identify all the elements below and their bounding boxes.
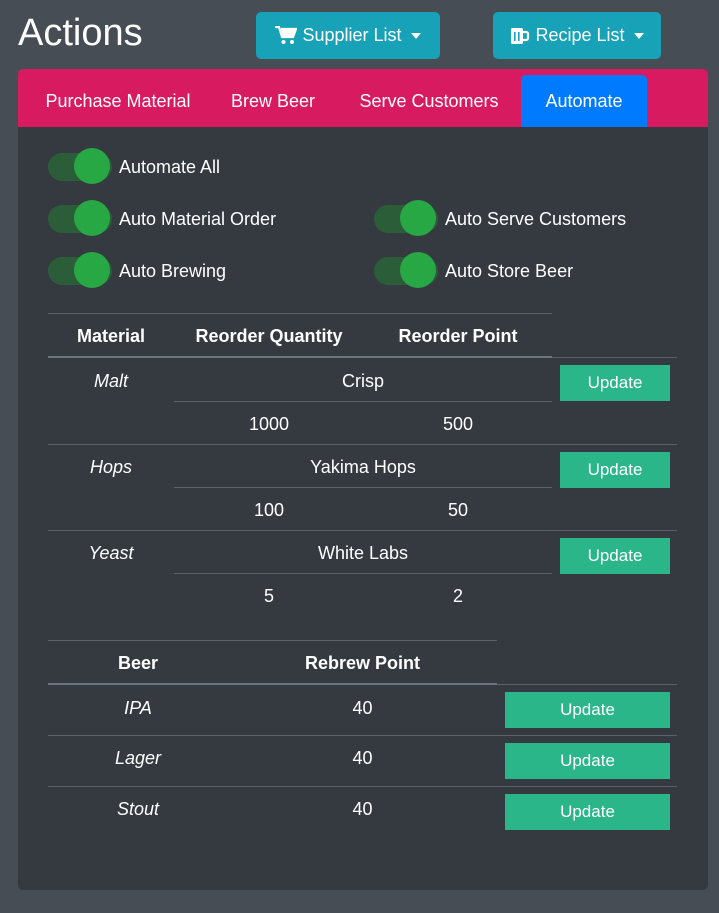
beer-mug-icon xyxy=(510,26,530,46)
supplier-name: Yakima Hops xyxy=(310,457,416,477)
auto-store-beer-toggle[interactable]: Auto Store Beer xyxy=(374,252,574,288)
auto-serve-customers-toggle[interactable]: Auto Serve Customers xyxy=(374,200,627,236)
reorder-point: 500 xyxy=(442,414,474,434)
material-name: Yeast xyxy=(88,543,134,563)
automate-all-toggle[interactable]: Automate All xyxy=(48,148,221,184)
header-material: Material xyxy=(76,326,146,346)
toggle-switch[interactable] xyxy=(374,252,438,288)
recipe-list-dropdown[interactable]: Recipe List xyxy=(493,12,661,59)
update-button[interactable]: Update xyxy=(560,538,670,574)
chevron-down-icon xyxy=(410,32,421,39)
toggle-knob xyxy=(74,200,110,236)
supplier-list-dropdown[interactable]: Supplier List xyxy=(256,12,440,59)
tab-automate[interactable]: Automate xyxy=(521,75,647,127)
toggle-switch[interactable] xyxy=(374,200,438,236)
rebrew-point: 40 xyxy=(352,698,373,718)
table-divider xyxy=(48,786,677,787)
update-button[interactable]: Update xyxy=(505,794,670,830)
automate-all-label: Automate All xyxy=(119,156,221,177)
supplier-list-label: Supplier List xyxy=(302,25,402,45)
shopping-cart-icon xyxy=(275,26,298,45)
rebrew-point: 40 xyxy=(352,748,373,768)
table-divider xyxy=(48,313,552,314)
table-divider xyxy=(497,684,677,685)
supplier-name: Crisp xyxy=(341,371,384,391)
table-divider xyxy=(174,573,552,574)
auto-serve-customers-label: Auto Serve Customers xyxy=(445,208,627,229)
toggle-knob xyxy=(400,252,436,288)
material-name: Malt xyxy=(93,371,128,391)
reorder-quantity: 100 xyxy=(253,500,285,520)
table-divider xyxy=(48,530,677,531)
supplier-name: White Labs xyxy=(317,543,409,563)
actions-card: Purchase Material Brew Beer Serve Custom… xyxy=(18,69,708,890)
table-divider xyxy=(48,356,552,358)
table-divider xyxy=(48,444,677,445)
table-divider xyxy=(48,640,497,641)
material-name: Hops xyxy=(89,457,133,477)
table-divider xyxy=(174,401,552,402)
table-divider xyxy=(48,735,677,736)
beer-name: Stout xyxy=(116,799,160,819)
auto-brewing-label: Auto Brewing xyxy=(119,260,227,281)
auto-material-order-label: Auto Material Order xyxy=(119,208,277,229)
table-divider xyxy=(552,357,677,358)
auto-store-beer-label: Auto Store Beer xyxy=(445,260,574,281)
page-title: Actions xyxy=(18,12,143,54)
tab-serve-customers[interactable]: Serve Customers xyxy=(348,75,510,127)
header-beer: Beer xyxy=(117,653,159,673)
action-tabs: Purchase Material Brew Beer Serve Custom… xyxy=(18,69,708,127)
header-reorder-quantity: Reorder Quantity xyxy=(195,326,343,346)
table-divider xyxy=(174,487,552,488)
update-button[interactable]: Update xyxy=(505,692,670,728)
toggle-knob xyxy=(74,148,110,184)
beer-name: IPA xyxy=(124,698,152,718)
header-rebrew-point: Rebrew Point xyxy=(304,653,420,673)
reorder-point: 2 xyxy=(452,586,463,606)
update-button[interactable]: Update xyxy=(560,452,670,488)
toggle-knob xyxy=(400,200,436,236)
header-reorder-point: Reorder Point xyxy=(398,326,518,346)
auto-brewing-toggle[interactable]: Auto Brewing xyxy=(48,252,227,288)
toggle-switch[interactable] xyxy=(48,148,112,184)
reorder-quantity: 1000 xyxy=(248,414,290,434)
reorder-quantity: 5 xyxy=(263,586,274,606)
update-button[interactable]: Update xyxy=(560,365,670,401)
tab-purchase-material[interactable]: Purchase Material xyxy=(28,75,208,127)
toggle-switch[interactable] xyxy=(48,200,112,236)
recipe-list-label: Recipe List xyxy=(535,25,625,45)
auto-material-order-toggle[interactable]: Auto Material Order xyxy=(48,200,277,236)
update-button[interactable]: Update xyxy=(505,743,670,779)
toggle-knob xyxy=(74,252,110,288)
chevron-down-icon xyxy=(633,32,644,39)
table-divider xyxy=(48,683,497,685)
tab-brew-beer[interactable]: Brew Beer xyxy=(214,75,332,127)
reorder-point: 50 xyxy=(447,500,469,520)
toggle-switch[interactable] xyxy=(48,252,112,288)
rebrew-point: 40 xyxy=(352,799,373,819)
beer-name: Lager xyxy=(114,748,162,768)
